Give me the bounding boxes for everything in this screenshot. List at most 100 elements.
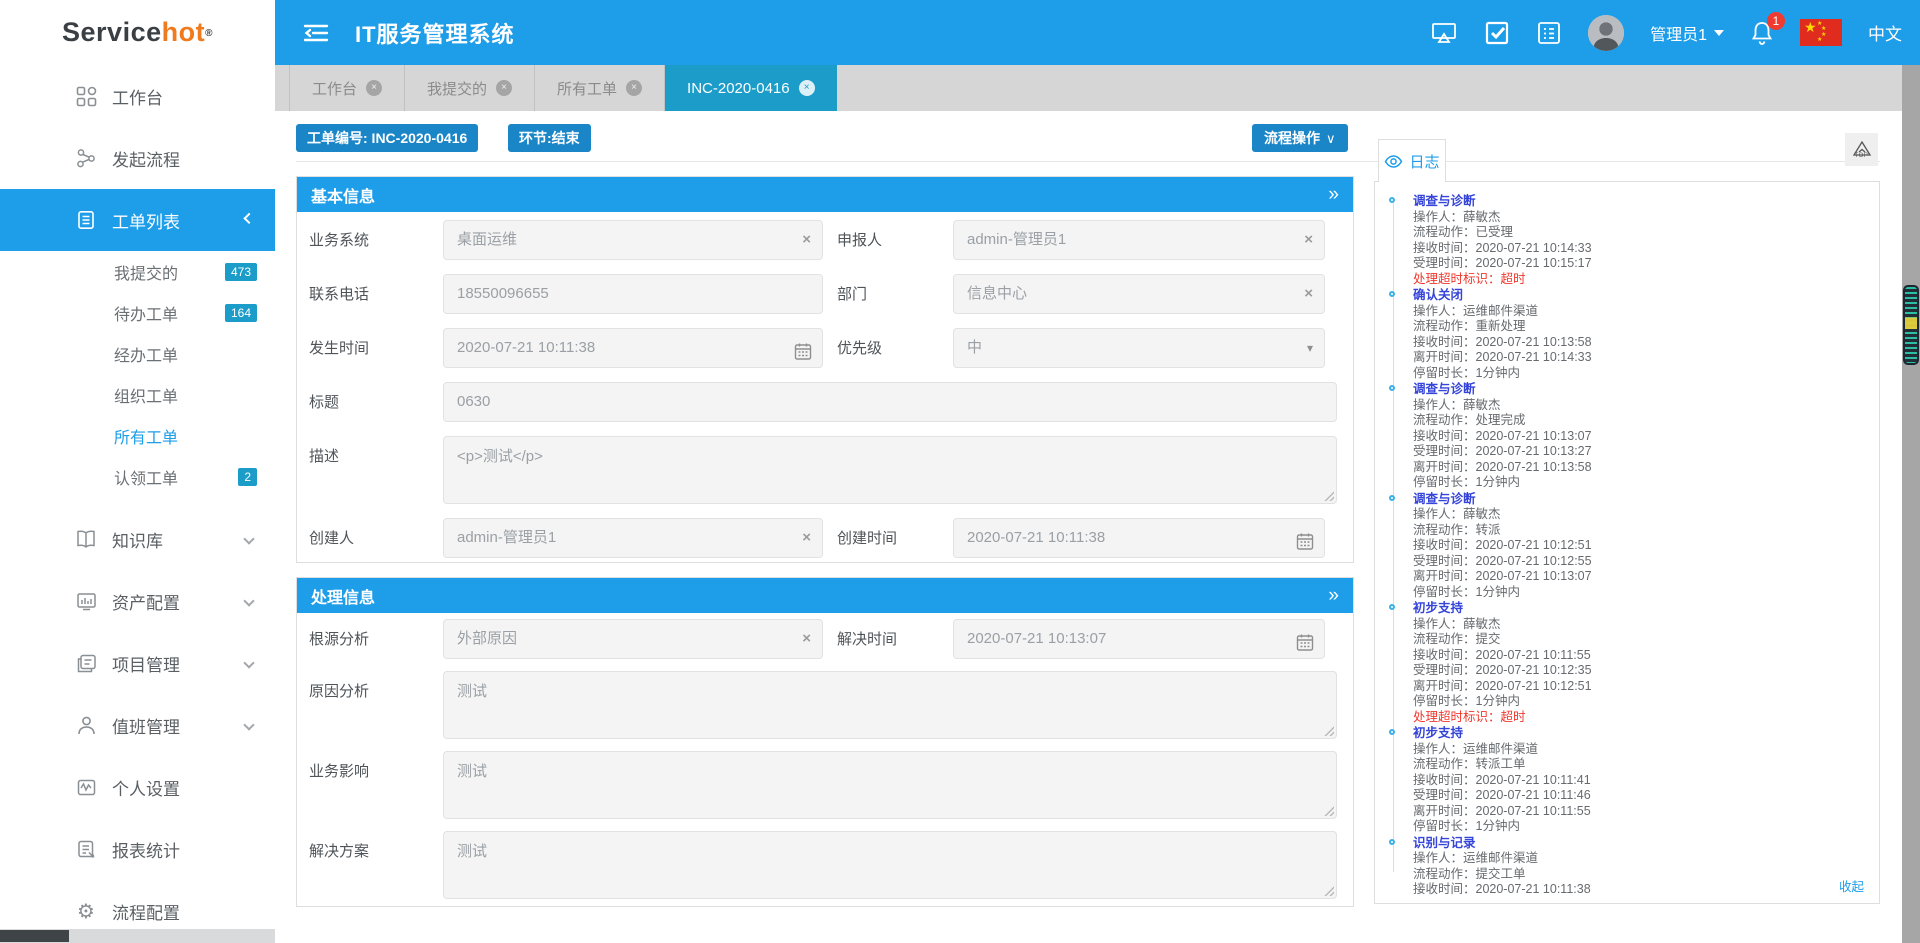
resolve-time-field[interactable]: 2020-07-21 10:13:07	[953, 619, 1325, 659]
description-textarea[interactable]: <p>测试</p>	[443, 436, 1337, 504]
clear-icon[interactable]: ×	[1304, 275, 1313, 313]
screen-share-icon[interactable]	[1430, 20, 1458, 46]
sidebar-item-knowledge-base[interactable]: 知识库	[0, 508, 275, 570]
clear-icon[interactable]: ×	[1304, 221, 1313, 259]
sidebar-item-asset-config[interactable]: 资产配置	[0, 570, 275, 632]
sidebar-subitem-label: 所有工单	[114, 424, 178, 448]
sidebar-collapse-icon[interactable]	[303, 22, 329, 44]
sidebar-horizontal-scrollbar[interactable]	[0, 929, 275, 943]
log-entry-line: 受理时间：2020-07-21 10:12:35	[1413, 663, 1867, 679]
field-label: 联系电话	[297, 274, 443, 304]
process-actions-button[interactable]: 流程操作∨	[1252, 124, 1348, 152]
log-entry-title[interactable]: 调查与诊断	[1413, 492, 1867, 508]
log-entry-line: 离开时间：2020-07-21 10:13:58	[1413, 460, 1867, 476]
calendar-icon[interactable]	[794, 338, 812, 368]
log-entry-line: 离开时间：2020-07-21 10:11:55	[1413, 804, 1867, 820]
sidebar-subitem-label: 经办工单	[114, 342, 178, 366]
priority-select[interactable]: 中 ▾	[953, 328, 1325, 368]
calendar-icon[interactable]	[1296, 629, 1314, 659]
section-title: 基本信息	[311, 183, 375, 207]
select-caret-icon[interactable]: ▾	[1307, 329, 1313, 367]
tab-all-tickets[interactable]: 所有工单 ×	[535, 65, 665, 111]
divider	[296, 161, 1880, 162]
language-switch[interactable]: 中文	[1868, 20, 1902, 45]
count-badge: 164	[225, 304, 257, 322]
log-entry-title[interactable]: 初步支持	[1413, 726, 1867, 742]
close-icon[interactable]: ×	[366, 80, 382, 96]
sidebar-subitem-handled[interactable]: 经办工单	[0, 333, 275, 374]
business-system-field[interactable]: 桌面运维 ×	[443, 220, 823, 260]
china-flag-icon[interactable]: ★ ★ ★ ★ ★	[1800, 19, 1842, 46]
reporter-field[interactable]: admin-管理员1 ×	[953, 220, 1325, 260]
sidebar-item-label: 项目管理	[112, 651, 180, 676]
sidebar-item-report-stats[interactable]: 报表统计	[0, 818, 275, 880]
cause-analysis-textarea[interactable]: 测试	[443, 671, 1337, 739]
create-time-field[interactable]: 2020-07-21 10:11:38	[953, 518, 1325, 558]
sidebar-subitem-todo[interactable]: 待办工单 164	[0, 292, 275, 333]
sidebar-subitem-my-submitted[interactable]: 我提交的 473	[0, 251, 275, 292]
log-entry-title[interactable]: 确认关闭	[1413, 288, 1867, 304]
sidebar-item-start-process[interactable]: 发起流程	[0, 127, 275, 189]
chevron-left-icon	[243, 595, 254, 606]
bar-chart-icon	[74, 589, 98, 613]
log-collapse-link[interactable]: 收起	[1839, 876, 1864, 895]
sidebar-item-personal-settings[interactable]: 个人设置	[0, 756, 275, 818]
section-collapse-icon[interactable]: »	[1328, 184, 1339, 206]
stacked-docs-icon	[74, 651, 98, 675]
log-tab[interactable]: 日志	[1378, 139, 1446, 182]
section-collapse-icon[interactable]: »	[1328, 585, 1339, 607]
approval-checkbox-icon[interactable]	[1484, 20, 1510, 46]
close-icon[interactable]: ×	[799, 80, 815, 96]
log-entry-line: 受理时间：2020-07-21 10:12:55	[1413, 554, 1867, 570]
todo-list-icon[interactable]	[1536, 20, 1562, 46]
log-entry-line: 操作人：运维邮件渠道	[1413, 742, 1867, 758]
field-value: 中	[967, 339, 982, 356]
occur-time-field[interactable]: 2020-07-21 10:11:38	[443, 328, 823, 368]
tab-ticket-inc-2020-0416[interactable]: INC-2020-0416 ×	[665, 65, 837, 111]
log-entry-title[interactable]: 初步支持	[1413, 601, 1867, 617]
creator-field[interactable]: admin-管理员1 ×	[443, 518, 823, 558]
sidebar-subitem-claim[interactable]: 认领工单 2	[0, 456, 275, 497]
person-icon	[74, 713, 98, 737]
sidebar-item-project-mgmt[interactable]: 项目管理	[0, 632, 275, 694]
logo-text-hot: hot	[162, 17, 205, 48]
page-vertical-scrollbar[interactable]	[1902, 65, 1920, 943]
contact-phone-field[interactable]: 18550096655	[443, 274, 823, 314]
close-icon[interactable]: ×	[626, 80, 642, 96]
sidebar-item-ticket-list[interactable]: 工单列表	[0, 189, 275, 251]
tab-workbench[interactable]: 工作台 ×	[289, 65, 405, 111]
calendar-icon[interactable]	[1296, 528, 1314, 558]
sidebar-subitem-org[interactable]: 组织工单	[0, 374, 275, 415]
sidebar-item-duty-mgmt[interactable]: 值班管理	[0, 694, 275, 756]
log-entry-title[interactable]: 调查与诊断	[1413, 194, 1867, 210]
chevron-left-icon	[243, 533, 254, 544]
root-cause-field[interactable]: 外部原因 ×	[443, 619, 823, 659]
scrollbar-thumb[interactable]	[0, 930, 69, 942]
field-label: 业务系统	[297, 220, 443, 250]
title-field[interactable]: 0630	[443, 382, 1337, 422]
log-entry-title[interactable]: 识别与记录	[1413, 836, 1867, 852]
sidebar-subitem-all-tickets[interactable]: 所有工单	[0, 415, 275, 456]
log-entry-title[interactable]: 调查与诊断	[1413, 382, 1867, 398]
chevron-down-icon	[1714, 30, 1724, 36]
sidebar-item-workbench[interactable]: 工作台	[0, 65, 275, 127]
scrollbar-thumb[interactable]	[1903, 285, 1919, 365]
tab-my-submitted[interactable]: 我提交的 ×	[405, 65, 535, 111]
timeline-dot-icon	[1389, 839, 1395, 845]
grid-icon	[74, 84, 98, 108]
log-entry-line: 接收时间：2020-07-21 10:11:38	[1413, 882, 1867, 898]
tab-label: 所有工单	[557, 78, 617, 99]
solution-textarea[interactable]: 测试	[443, 831, 1337, 899]
timeline-dot-icon	[1389, 604, 1395, 610]
back-to-top-button[interactable]: TOP	[1845, 133, 1878, 166]
clear-icon[interactable]: ×	[802, 221, 811, 259]
notification-bell-icon[interactable]: 1	[1750, 20, 1774, 46]
clear-icon[interactable]: ×	[802, 620, 811, 658]
user-avatar[interactable]	[1588, 15, 1624, 51]
close-icon[interactable]: ×	[496, 80, 512, 96]
department-field[interactable]: 信息中心 ×	[953, 274, 1325, 314]
clear-icon[interactable]: ×	[802, 519, 811, 557]
log-entry-line: 操作人：运维邮件渠道	[1413, 304, 1867, 320]
business-impact-textarea[interactable]: 测试	[443, 751, 1337, 819]
user-menu[interactable]: 管理员1	[1650, 21, 1724, 45]
